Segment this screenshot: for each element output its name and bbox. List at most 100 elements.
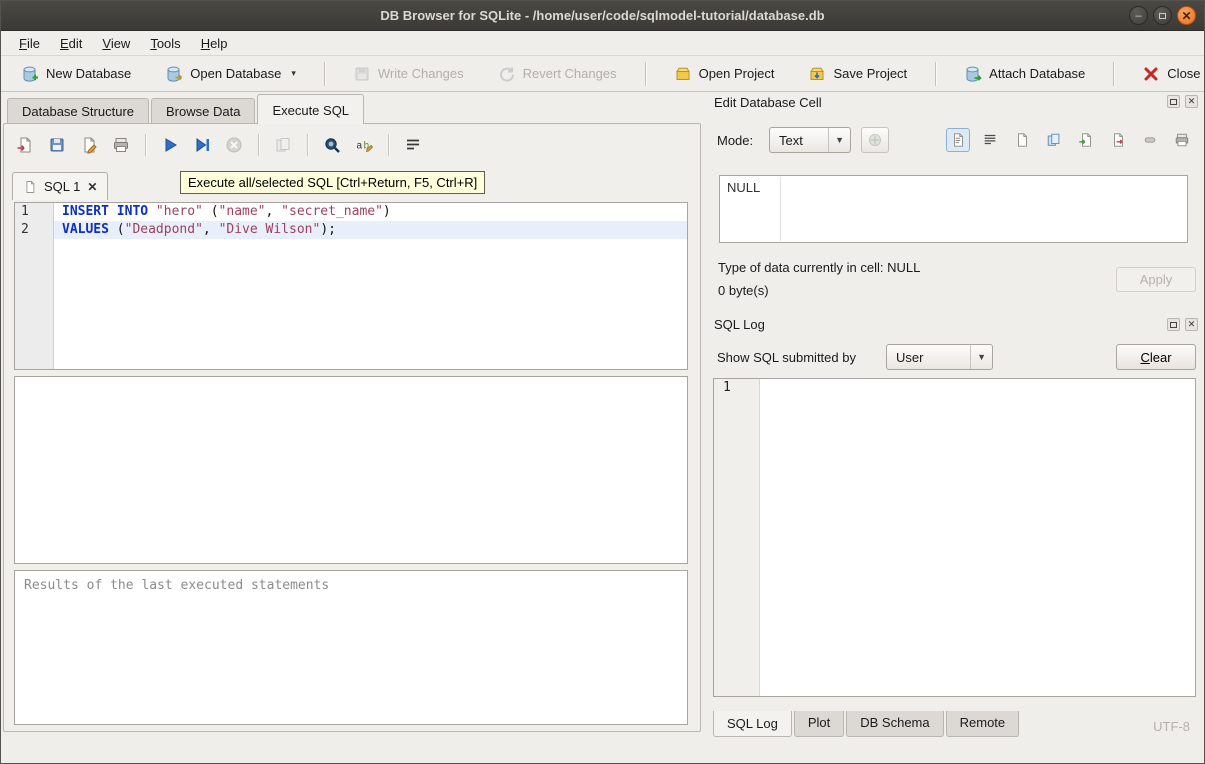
- sql-log-panel-controls: ✕: [1167, 318, 1198, 331]
- menu-view[interactable]: View: [92, 33, 140, 54]
- set-as-null-button[interactable]: [1138, 128, 1162, 152]
- sql-log-area[interactable]: 1: [713, 378, 1196, 697]
- results-placeholder: Results of the last executed statements: [24, 578, 329, 593]
- tab-browse-data[interactable]: Browse Data: [151, 98, 255, 123]
- close-database-label: Close Database: [1167, 66, 1205, 81]
- stop-icon: [225, 136, 243, 154]
- mode-label: Mode:: [717, 133, 753, 148]
- stop-execution-button: [221, 132, 247, 158]
- open-project-button[interactable]: Open Project: [662, 60, 787, 88]
- auto-switch-mode-button[interactable]: [861, 127, 889, 153]
- export-data-button[interactable]: [1106, 128, 1130, 152]
- save-sql-as-icon: [80, 136, 98, 154]
- new-database-button[interactable]: New Database: [9, 60, 143, 88]
- maximize-icon[interactable]: [1153, 6, 1172, 25]
- results-grid[interactable]: [14, 376, 688, 564]
- revert-changes-icon: [498, 65, 516, 83]
- sql-file-icon: [23, 180, 37, 194]
- close-panel-icon[interactable]: ✕: [1185, 95, 1198, 108]
- menubar: FileEditViewToolsHelp: [1, 31, 1204, 56]
- log-line-gutter: 1: [714, 379, 760, 696]
- sql-editor[interactable]: 12 INSERT INTO "hero" ("name", "secret_n…: [14, 202, 688, 370]
- write-changes-icon: [353, 65, 371, 83]
- tab-execute-sql[interactable]: Execute SQL: [257, 94, 364, 124]
- execute-line-icon: [193, 136, 211, 154]
- menu-help[interactable]: Help: [191, 33, 238, 54]
- sql-code-line[interactable]: INSERT INTO "hero" ("name", "secret_name…: [54, 203, 687, 221]
- open-database-button[interactable]: Open Database ▾: [153, 60, 308, 88]
- results-message-pane[interactable]: Results of the last executed statements: [14, 570, 688, 725]
- word-wrap-button[interactable]: [978, 128, 1002, 152]
- log-line-number: 1: [714, 379, 759, 397]
- save-results-view-button: [270, 132, 296, 158]
- toolbar-separator: [1113, 62, 1114, 86]
- revert-changes-button: Revert Changes: [486, 60, 629, 88]
- menu-file[interactable]: File: [9, 33, 50, 54]
- find-button[interactable]: [319, 132, 345, 158]
- text-lines-icon: [982, 132, 998, 148]
- open-sql-file-button[interactable]: [12, 132, 38, 158]
- cell-edit-toolbar: [946, 128, 1194, 152]
- sql-code-line[interactable]: VALUES ("Deadpond", "Dive Wilson");: [54, 221, 687, 239]
- toolbar-separator: [258, 134, 259, 156]
- tab-database-structure[interactable]: Database Structure: [7, 98, 149, 123]
- open-database-label: Open Database: [190, 66, 281, 81]
- right-panel: Edit Database Cell ✕ Mode: Text ▼ NULL T…: [705, 92, 1204, 739]
- print-sql-button[interactable]: [108, 132, 134, 158]
- window-title: DB Browser for SQLite - /home/user/code/…: [1, 8, 1204, 23]
- attach-database-label: Attach Database: [989, 66, 1085, 81]
- new-database-label: New Database: [46, 66, 131, 81]
- close-database-button[interactable]: Close Database: [1130, 60, 1205, 88]
- clear-button[interactable]: Clear: [1116, 344, 1196, 370]
- execute-sql-tooltip: Execute all/selected SQL [Ctrl+Return, F…: [180, 171, 485, 194]
- toolbar-separator: [307, 134, 308, 156]
- attach-database-button[interactable]: Attach Database: [952, 60, 1097, 88]
- sql-code-area[interactable]: INSERT INTO "hero" ("name", "secret_name…: [54, 203, 687, 369]
- find-and-replace-button[interactable]: ab: [351, 132, 377, 158]
- line-number-gutter: 12: [15, 203, 54, 369]
- save-sql-file-as-button[interactable]: [76, 132, 102, 158]
- mode-select[interactable]: Text ▼: [769, 127, 851, 153]
- write-changes-button: Write Changes: [341, 60, 476, 88]
- save-project-button[interactable]: Save Project: [796, 60, 919, 88]
- write-changes-label: Write Changes: [378, 66, 464, 81]
- save-sql-icon: [48, 136, 66, 154]
- log-content: [760, 379, 1195, 696]
- toolbar-separator: [145, 134, 146, 156]
- main-area: Database StructureBrowse DataExecute SQL…: [1, 92, 1204, 739]
- import-data-icon: [1078, 132, 1094, 148]
- sql-tab[interactable]: SQL 1 ✕: [12, 172, 108, 200]
- cell-value-editor[interactable]: NULL: [719, 175, 1188, 243]
- toolbar-separator: [645, 62, 646, 86]
- cell-type-info: Type of data currently in cell: NULL: [718, 260, 920, 275]
- close-panel-icon[interactable]: ✕: [1185, 318, 1198, 331]
- menu-edit[interactable]: Edit: [50, 33, 92, 54]
- save-sql-file-button[interactable]: [44, 132, 70, 158]
- open-database-menu-arrow[interactable]: ▾: [291, 68, 296, 79]
- float-panel-icon[interactable]: [1167, 95, 1180, 108]
- format-sql-button[interactable]: [400, 132, 426, 158]
- print-sql-icon: [112, 136, 130, 154]
- import-data-button[interactable]: [1074, 128, 1098, 152]
- print-cell-icon: [1174, 132, 1190, 148]
- print-cell-button[interactable]: [1170, 128, 1194, 152]
- log-filter-select[interactable]: User ▼: [886, 344, 993, 370]
- minimize-icon[interactable]: –: [1129, 6, 1148, 25]
- open-in-external-editor-button[interactable]: [1010, 128, 1034, 152]
- cell-size-info: 0 byte(s): [718, 283, 769, 298]
- sql-tab-bar: SQL 1 ✕: [12, 171, 108, 200]
- float-panel-icon[interactable]: [1167, 318, 1180, 331]
- text-view-button[interactable]: [946, 128, 970, 152]
- close-tab-icon[interactable]: ✕: [87, 181, 97, 193]
- close-icon[interactable]: ✕: [1177, 6, 1196, 25]
- find-icon: [323, 136, 341, 154]
- save-results-icon: [274, 136, 292, 154]
- sql-tab-label: SQL 1: [44, 179, 80, 194]
- execute-current-line-button[interactable]: [189, 132, 215, 158]
- copy-data-button[interactable]: [1042, 128, 1066, 152]
- execute-all-sql-button[interactable]: [157, 132, 183, 158]
- chevron-down-icon: ▼: [970, 345, 992, 369]
- pages-blue-icon: [1046, 132, 1062, 148]
- left-panel: Database StructureBrowse DataExecute SQL…: [1, 92, 705, 739]
- menu-tools[interactable]: Tools: [140, 33, 190, 54]
